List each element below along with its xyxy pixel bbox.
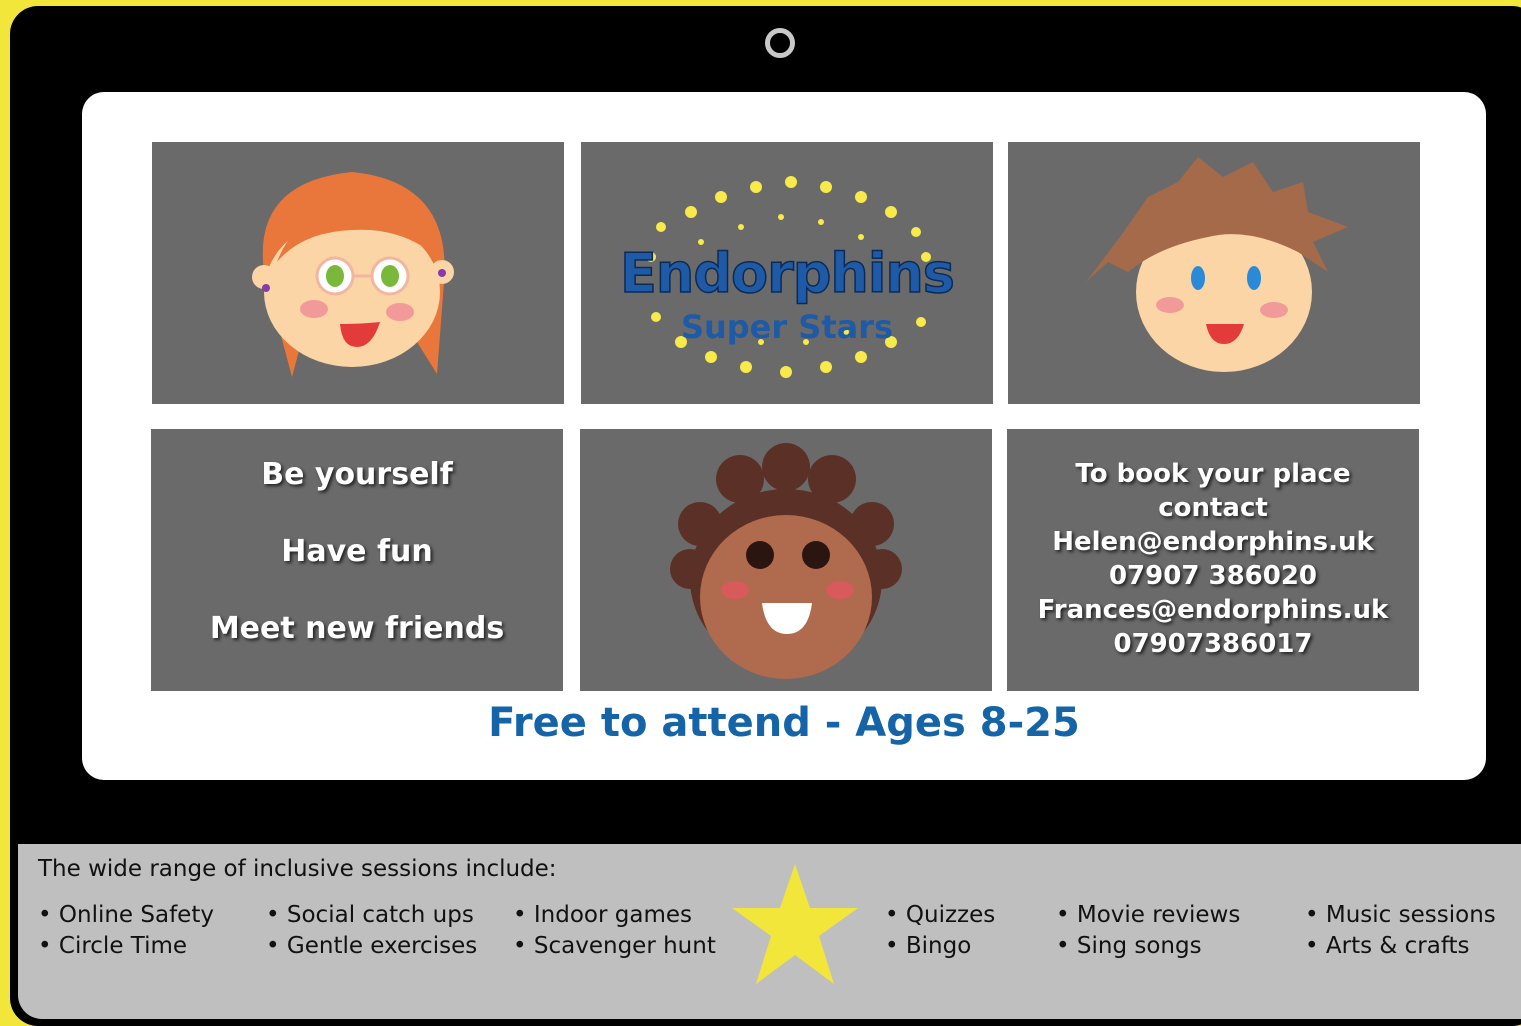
girl-face-tile (152, 142, 564, 404)
logo-title: Endorphins (620, 242, 954, 305)
sessions-col-4: Quizzes Bingo (885, 900, 995, 962)
logo-tile: Endorphins Super Stars (581, 142, 993, 404)
sessions-col-3: Indoor games Scavenger hunt (513, 900, 716, 962)
boy-face-tile (1008, 142, 1420, 404)
child-face-tile (580, 429, 992, 691)
sessions-col-2: Social catch ups Gentle exercises (266, 900, 477, 962)
boy-face-icon (1086, 157, 1348, 372)
tagline: Free to attend - Ages 8-25 (488, 700, 1080, 746)
child-face-icon (670, 443, 902, 679)
session-item: Circle Time (38, 931, 214, 962)
camera-icon (765, 28, 795, 58)
sessions-panel: The wide range of inclusive sessions inc… (18, 844, 1521, 1019)
session-item: Scavenger hunt (513, 931, 716, 962)
session-item: Music sessions (1305, 900, 1496, 931)
contact-tile: To book your place contact Helen@endorph… (1007, 429, 1419, 691)
contact-line-1: To book your place (1075, 459, 1351, 489)
logo-subtitle: Super Stars (681, 308, 893, 346)
session-item: Gentle exercises (266, 931, 477, 962)
sessions-col-1: Online Safety Circle Time (38, 900, 214, 962)
stars-background: Endorphins Super Stars (619, 176, 956, 378)
sessions-col-5: Movie reviews Sing songs (1056, 900, 1240, 962)
session-item: Indoor games (513, 900, 716, 931)
session-item: Quizzes (885, 900, 995, 931)
contact-phone-helen[interactable]: 07907 386020 (1007, 559, 1419, 593)
contact-email-helen[interactable]: Helen@endorphins.uk (1007, 525, 1419, 559)
contact-phone-frances[interactable]: 07907386017 (1007, 627, 1419, 661)
contact-line-2: contact (1158, 493, 1268, 523)
contact-email-frances[interactable]: Frances@endorphins.uk (1007, 593, 1419, 627)
session-item: Sing songs (1056, 931, 1240, 962)
girl-face-icon (252, 172, 454, 377)
session-item: Movie reviews (1056, 900, 1240, 931)
sessions-intro: The wide range of inclusive sessions inc… (38, 856, 557, 882)
motto-line-1: Be yourself (261, 457, 453, 492)
session-item: Arts & crafts (1305, 931, 1496, 962)
tablet-screen: Endorphins Super Stars Be yourself Have … (82, 92, 1486, 780)
motto-line-2: Have fun (281, 534, 433, 569)
session-item: Online Safety (38, 900, 214, 931)
sessions-col-6: Music sessions Arts & crafts (1305, 900, 1496, 962)
motto-line-3: Meet new friends (209, 611, 505, 646)
motto-tile: Be yourself Have fun Meet new friends (151, 429, 563, 691)
session-item: Social catch ups (266, 900, 477, 931)
session-item: Bingo (885, 931, 995, 962)
star-icon (732, 864, 858, 984)
